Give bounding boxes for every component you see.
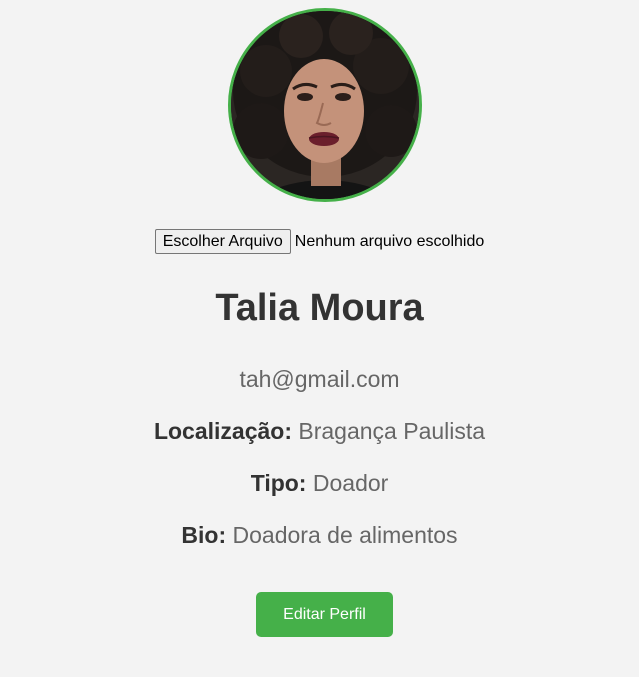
profile-bio: Bio: Doadora de alimentos — [0, 522, 639, 549]
file-input: Escolher Arquivo Nenhum arquivo escolhid… — [0, 229, 639, 254]
choose-file-button[interactable]: Escolher Arquivo — [154, 229, 291, 254]
bio-value: Doadora de alimentos — [232, 522, 458, 548]
avatar-photo — [231, 11, 419, 199]
profile-location: Localização: Bragança Paulista — [0, 418, 639, 445]
location-value: Bragança Paulista — [298, 418, 486, 444]
location-label: Localização: — [153, 418, 292, 444]
file-status-text: Nenhum arquivo escolhido — [294, 232, 485, 250]
edit-profile-button[interactable]: Editar Perfil — [256, 592, 393, 637]
profile-email: tah@gmail.com — [239, 366, 400, 392]
type-label: Tipo: — [250, 470, 307, 496]
profile-name: Talia Moura — [215, 287, 424, 329]
avatar — [228, 8, 422, 202]
bio-label: Bio: — [181, 522, 227, 548]
profile-type: Tipo: Doador — [0, 470, 639, 497]
profile-page: Escolher Arquivo Nenhum arquivo escolhid… — [0, 0, 639, 677]
type-value: Doador — [312, 470, 389, 496]
